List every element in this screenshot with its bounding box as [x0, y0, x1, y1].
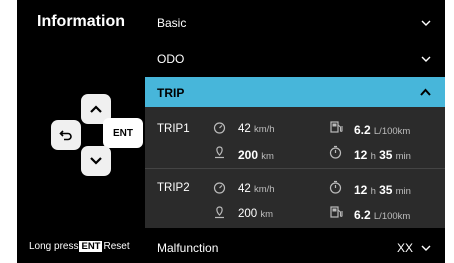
trip2-avg-speed-unit: km/h [254, 184, 275, 195]
menu-item-basic[interactable]: Basic [145, 6, 445, 36]
trip2-fuel-value: 6.2 [354, 208, 371, 222]
trip1-time-minutes-unit: min [395, 151, 411, 162]
trip1-time-minutes: 35 [379, 148, 393, 162]
page-title: Information [37, 13, 125, 30]
trip1-avg-speed-unit: km/h [254, 124, 275, 135]
back-icon [59, 130, 72, 141]
trip1-avg-speed: 42 km/h [238, 123, 275, 135]
trip2-avg-speed-value: 42 [238, 183, 251, 195]
trip1-time-hours-unit: h [370, 151, 376, 162]
trip1-distance-unit: km [261, 151, 274, 162]
trip2-distance: 200 km [238, 208, 273, 220]
trip1-fuel-value: 6.2 [354, 123, 371, 137]
chevron-up-icon [420, 85, 431, 99]
menu-item-odo[interactable]: ODO [145, 44, 445, 74]
reset-hint-key: ENT [79, 241, 103, 252]
fuel-pump-icon [329, 120, 343, 134]
trip1-distance: 200 km [238, 148, 274, 162]
trip2-distance-unit: km [260, 209, 274, 220]
trip1-label: TRIP1 [157, 123, 190, 135]
trip1-time: 12 h 35 min [354, 148, 411, 162]
back-button[interactable] [51, 120, 81, 150]
speedometer-icon [213, 181, 226, 194]
trip1-distance-value: 200 [238, 148, 259, 162]
trip2-distance-value: 200 [238, 208, 258, 220]
trip1-avg-speed-value: 42 [238, 123, 251, 135]
trip1-fuel: 6.2 L/100km [354, 123, 410, 137]
speedometer-icon [213, 121, 226, 134]
trip2-time-minutes-unit: min [395, 186, 411, 197]
reset-hint: Long press ENT Reset [29, 241, 130, 252]
fuel-pump-icon [329, 205, 343, 219]
trip2-time: 12 h 35 min [354, 183, 411, 197]
trip2-fuel: 6.2 L/100km [354, 208, 410, 222]
menu-item-malfunction[interactable]: Malfunction XX [145, 237, 445, 259]
menu-item-trip[interactable]: TRIP [145, 77, 445, 107]
menu-item-basic-label: Basic [157, 16, 187, 30]
trip1-fuel-unit: L/100km [373, 126, 411, 137]
reset-hint-suffix: Reset [103, 241, 130, 252]
menu-item-odo-label: ODO [157, 52, 185, 66]
location-pin-icon [213, 145, 226, 159]
chevron-down-icon [421, 241, 431, 255]
down-arrow-icon [90, 157, 102, 165]
trip2-label: TRIP2 [157, 182, 190, 194]
enter-button[interactable]: ENT [103, 118, 143, 148]
trip1-time-hours: 12 [354, 148, 368, 162]
trip2-time-minutes: 35 [379, 183, 393, 197]
menu-item-trip-label: TRIP [157, 86, 185, 100]
trip2-fuel-unit: L/100km [373, 211, 411, 222]
up-arrow-icon [90, 105, 102, 113]
chevron-down-icon [421, 16, 431, 30]
stopwatch-icon [329, 180, 342, 194]
chevron-down-icon [421, 52, 431, 66]
reset-hint-prefix: Long press [29, 241, 79, 252]
down-button[interactable] [81, 146, 111, 176]
trip-divider [145, 168, 445, 169]
trip2-time-hours-unit: h [370, 186, 376, 197]
menu-item-malfunction-label: Malfunction [157, 241, 219, 255]
location-pin-icon [213, 205, 226, 219]
stopwatch-icon [329, 145, 342, 159]
malfunction-value: XX [396, 241, 413, 255]
trip2-avg-speed: 42 km/h [238, 183, 275, 195]
trip2-time-hours: 12 [354, 183, 368, 197]
